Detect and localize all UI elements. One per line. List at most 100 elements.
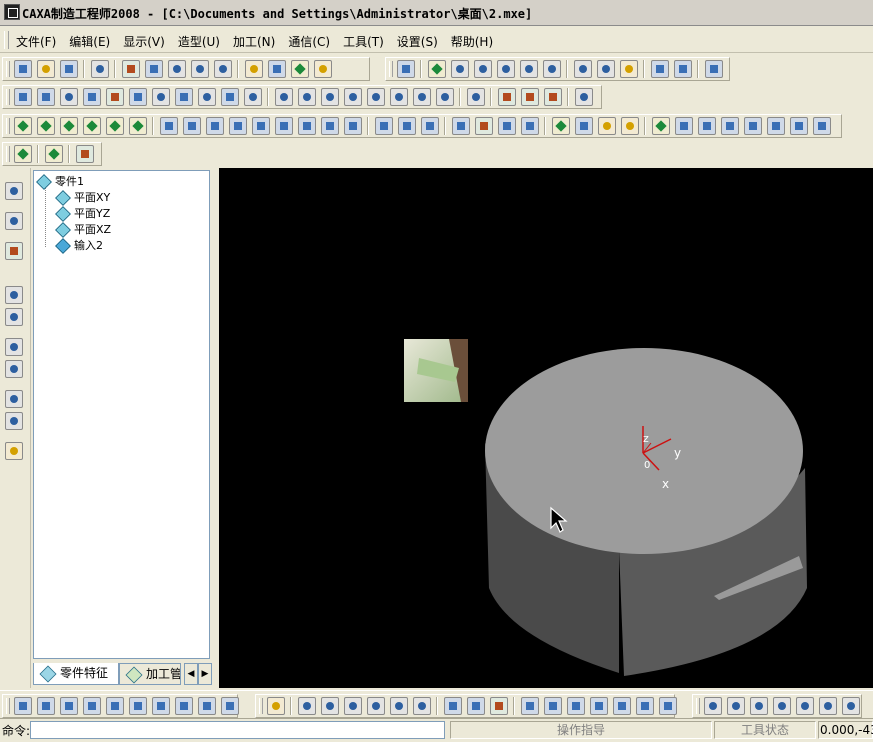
tree-item-plane-xz[interactable]: 平面XZ: [55, 222, 111, 238]
surface-tool-icon[interactable]: [197, 88, 216, 106]
model-canvas[interactable]: z y 0 x: [219, 168, 873, 688]
solid-tool-icon[interactable]: [320, 88, 339, 106]
menu-file[interactable]: 文件(F): [16, 33, 56, 50]
dynamic-zoom-icon[interactable]: [496, 60, 515, 78]
machining-tool-icon[interactable]: [397, 117, 416, 135]
view-tool-icon[interactable]: [220, 697, 239, 715]
machining-tool-icon[interactable]: [420, 117, 439, 135]
save-icon[interactable]: [59, 60, 78, 78]
scale-icon[interactable]: [841, 697, 860, 715]
machining-tool-icon[interactable]: [128, 117, 147, 135]
machining-tool-icon[interactable]: [297, 117, 316, 135]
tool-holder-icon[interactable]: [75, 145, 94, 163]
surface-edit-icon[interactable]: [589, 697, 608, 715]
wireframe-icon[interactable]: [573, 60, 592, 78]
solid-tool-icon[interactable]: [389, 88, 408, 106]
curve-edit-icon[interactable]: [320, 697, 339, 715]
tab-machining[interactable]: 加工管: [119, 663, 181, 685]
tree-item-import[interactable]: 输入2: [55, 238, 103, 254]
window-icon[interactable]: [396, 60, 415, 78]
solid-tool-icon[interactable]: [543, 88, 562, 106]
point-line-icon[interactable]: [44, 145, 63, 163]
open-folder-icon[interactable]: [36, 60, 55, 78]
curve-edit-icon[interactable]: [412, 697, 431, 715]
graphics-viewport[interactable]: z y 0 x: [219, 168, 873, 688]
filter-icon[interactable]: [290, 60, 309, 78]
transform-icon[interactable]: [703, 697, 722, 715]
solid-tool-icon[interactable]: [274, 88, 293, 106]
machining-tool-icon[interactable]: [474, 117, 493, 135]
machining-tool-icon[interactable]: [374, 117, 393, 135]
transform-tool-icon[interactable]: [5, 360, 23, 378]
cut-icon[interactable]: [121, 60, 140, 78]
menu-settings[interactable]: 设置(S): [397, 33, 438, 50]
machining-tool-icon[interactable]: [743, 117, 762, 135]
zoom-window-icon[interactable]: [427, 60, 446, 78]
transform-icon[interactable]: [749, 697, 768, 715]
rotate-icon[interactable]: [519, 60, 538, 78]
machining-tool-icon[interactable]: [182, 117, 201, 135]
surface-tool-icon[interactable]: [151, 88, 170, 106]
surface-edit-icon[interactable]: [635, 697, 654, 715]
tile-window-icon[interactable]: [673, 60, 692, 78]
machining-tool-icon[interactable]: [766, 117, 785, 135]
solid-tool-icon[interactable]: [366, 88, 385, 106]
menu-view[interactable]: 显示(V): [123, 33, 165, 50]
solid-tool-icon[interactable]: [412, 88, 431, 106]
machining-tool-icon[interactable]: [274, 117, 293, 135]
machining-tool-icon[interactable]: [597, 117, 616, 135]
command-input[interactable]: [30, 721, 445, 739]
solid-tool-icon[interactable]: [466, 88, 485, 106]
redo-icon[interactable]: [213, 60, 232, 78]
machining-tool-icon[interactable]: [651, 117, 670, 135]
curve-tool-icon[interactable]: [5, 308, 23, 326]
surface-tool-icon[interactable]: [128, 88, 147, 106]
flashlight-icon[interactable]: [704, 60, 723, 78]
solid-tool-icon[interactable]: [435, 88, 454, 106]
surface-edit-icon[interactable]: [612, 697, 631, 715]
machining-tool-icon[interactable]: [36, 117, 55, 135]
zoom-in-icon[interactable]: [473, 60, 492, 78]
transform-tool-icon[interactable]: [5, 338, 23, 356]
copy-icon[interactable]: [144, 60, 163, 78]
curve-edit-icon[interactable]: [297, 697, 316, 715]
surface-tool-icon[interactable]: [243, 88, 262, 106]
view-tool-icon[interactable]: [82, 697, 101, 715]
lightning-icon[interactable]: [267, 60, 286, 78]
view-tool-icon[interactable]: [151, 697, 170, 715]
menu-machining[interactable]: 加工(N): [233, 33, 275, 50]
edit-tool-icon[interactable]: [266, 697, 285, 715]
geometry-tool-icon[interactable]: [5, 412, 23, 430]
view-tool-icon[interactable]: [59, 697, 78, 715]
curve-edit-icon[interactable]: [443, 697, 462, 715]
hatch-icon[interactable]: [13, 145, 32, 163]
machining-tool-icon[interactable]: [451, 117, 470, 135]
solid-tool-icon[interactable]: [520, 88, 539, 106]
print-icon[interactable]: [90, 60, 109, 78]
surface-tool-icon[interactable]: [13, 88, 32, 106]
pencil-icon[interactable]: [5, 212, 23, 230]
geometry-tool-icon[interactable]: [5, 390, 23, 408]
machining-tool-icon[interactable]: [720, 117, 739, 135]
surface-edit-icon[interactable]: [566, 697, 585, 715]
machining-tool-icon[interactable]: [343, 117, 362, 135]
layers-icon[interactable]: [313, 60, 332, 78]
machining-tool-icon[interactable]: [59, 117, 78, 135]
curve-edit-icon[interactable]: [366, 697, 385, 715]
paste-icon[interactable]: [167, 60, 186, 78]
view-tool-icon[interactable]: [174, 697, 193, 715]
machining-tool-icon[interactable]: [205, 117, 224, 135]
tab-scroll-right[interactable]: ▶: [198, 663, 212, 685]
solid-tool-icon[interactable]: [343, 88, 362, 106]
machining-tool-icon[interactable]: [812, 117, 831, 135]
transform-icon[interactable]: [772, 697, 791, 715]
cascade-window-icon[interactable]: [650, 60, 669, 78]
menu-help[interactable]: 帮助(H): [451, 33, 493, 50]
cylinder-model[interactable]: [485, 348, 807, 676]
machining-tool-icon[interactable]: [82, 117, 101, 135]
light-bulb-icon[interactable]: [244, 60, 263, 78]
tree-item-root[interactable]: 零件1: [36, 174, 84, 190]
machining-tool-icon[interactable]: [159, 117, 178, 135]
surface-tool-icon[interactable]: [36, 88, 55, 106]
new-file-icon[interactable]: [13, 60, 32, 78]
